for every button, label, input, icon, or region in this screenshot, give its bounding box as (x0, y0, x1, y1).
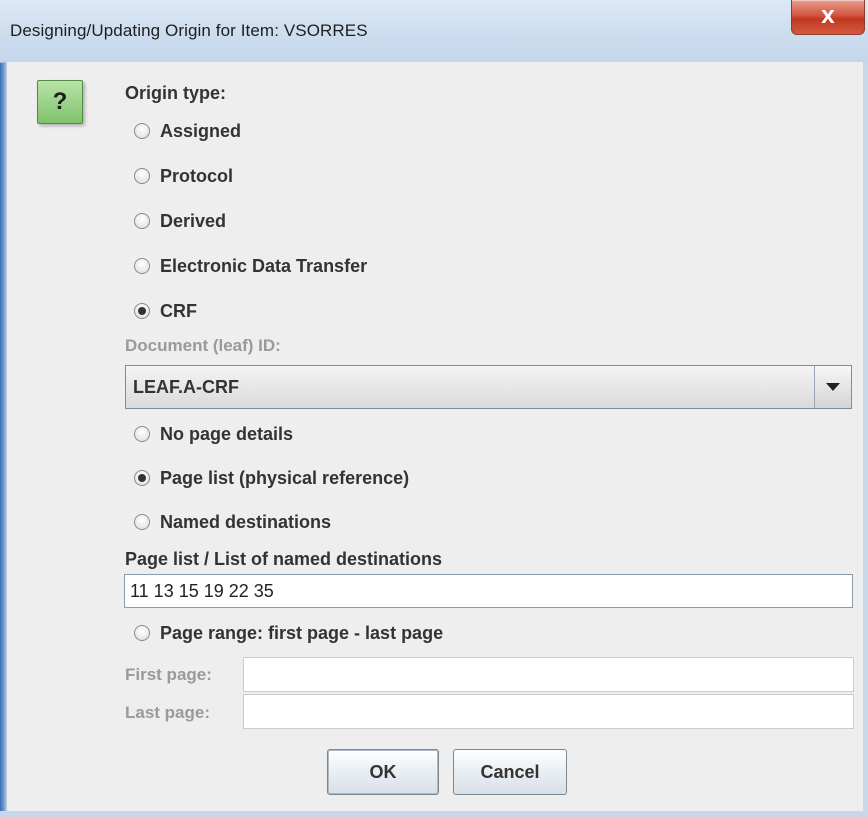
radio-button-icon[interactable] (134, 426, 150, 442)
radio-named-destinations-label: Named destinations (160, 511, 332, 532)
last-page-label: Last page: (125, 703, 211, 722)
ok-button[interactable]: OK (327, 749, 439, 795)
question-icon: ? (37, 80, 83, 124)
question-glyph: ? (52, 88, 68, 115)
radio-page-range[interactable]: Page range: first page - last page (134, 621, 443, 645)
radio-protocol[interactable]: Protocol (134, 164, 233, 188)
document-leaf-id-dropdown[interactable]: LEAF.A-CRF (125, 365, 852, 409)
last-page-field[interactable] (243, 694, 854, 729)
page-list-label: Page list / List of named destinations (125, 549, 443, 569)
radio-button-icon[interactable] (134, 625, 150, 641)
radio-button-selected-icon[interactable] (134, 303, 150, 319)
radio-page-range-label: Page range: first page - last page (160, 622, 444, 643)
radio-protocol-label: Protocol (160, 165, 234, 186)
radio-button-selected-icon[interactable] (134, 470, 150, 486)
page-list-field[interactable] (124, 574, 853, 608)
radio-electronic-data-transfer[interactable]: Electronic Data Transfer (134, 254, 367, 278)
radio-assigned[interactable]: Assigned (134, 119, 241, 143)
origin-type-label: Origin type: (125, 83, 227, 103)
radio-edt-label: Electronic Data Transfer (160, 255, 368, 276)
radio-derived[interactable]: Derived (134, 209, 226, 233)
radio-crf[interactable]: CRF (134, 299, 197, 323)
dropdown-button[interactable] (814, 366, 851, 408)
radio-crf-label: CRF (160, 300, 197, 321)
radio-button-icon[interactable] (134, 213, 150, 229)
first-page-field[interactable] (243, 657, 854, 692)
radio-named-destinations[interactable]: Named destinations (134, 510, 331, 534)
title-bar[interactable]: Designing/Updating Origin for Item: VSOR… (0, 0, 868, 63)
dropdown-selected-value: LEAF.A-CRF (133, 377, 239, 397)
radio-button-icon[interactable] (134, 123, 150, 139)
chevron-down-icon (826, 383, 840, 391)
radio-assigned-label: Assigned (160, 120, 242, 141)
window-title: Designing/Updating Origin for Item: VSOR… (10, 21, 368, 40)
window-bottom-border (0, 811, 868, 818)
radio-derived-label: Derived (160, 210, 227, 231)
cancel-button[interactable]: Cancel (453, 749, 567, 795)
radio-button-icon[interactable] (134, 168, 150, 184)
radio-button-icon[interactable] (134, 514, 150, 530)
close-icon: X (821, 6, 835, 28)
radio-no-page-details[interactable]: No page details (134, 422, 293, 446)
radio-page-list[interactable]: Page list (physical reference) (134, 466, 409, 490)
radio-page-list-label: Page list (physical reference) (160, 467, 410, 488)
radio-no-page-details-label: No page details (160, 423, 294, 444)
first-page-label: First page: (125, 665, 212, 684)
close-button[interactable]: X (791, 0, 865, 35)
document-leaf-id-label: Document (leaf) ID: (125, 336, 281, 355)
radio-button-icon[interactable] (134, 258, 150, 274)
